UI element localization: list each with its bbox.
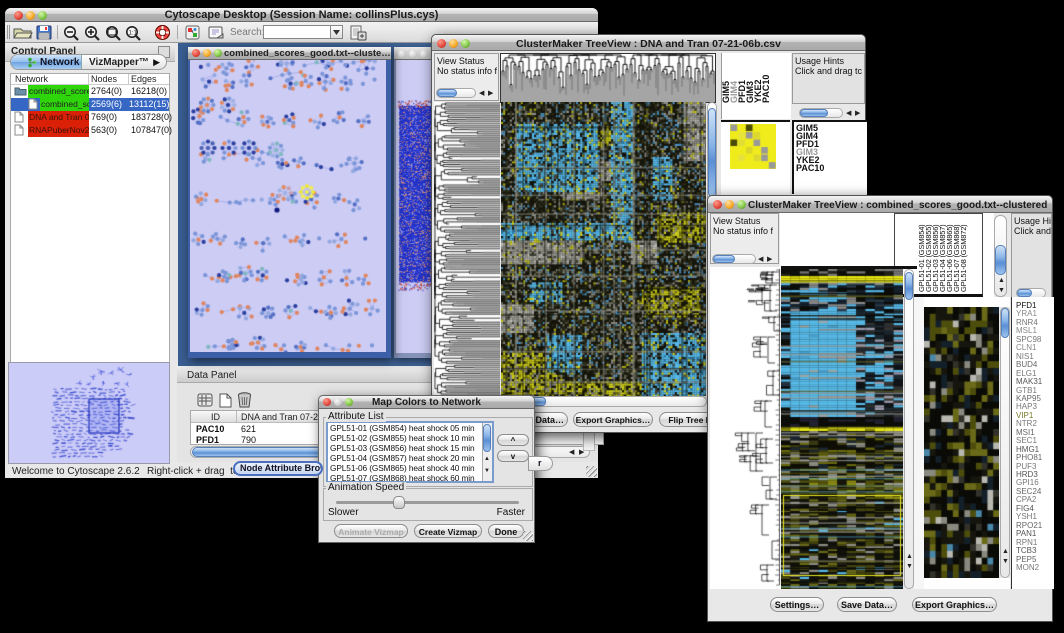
svg-text:1:1: 1:1 (129, 31, 138, 37)
